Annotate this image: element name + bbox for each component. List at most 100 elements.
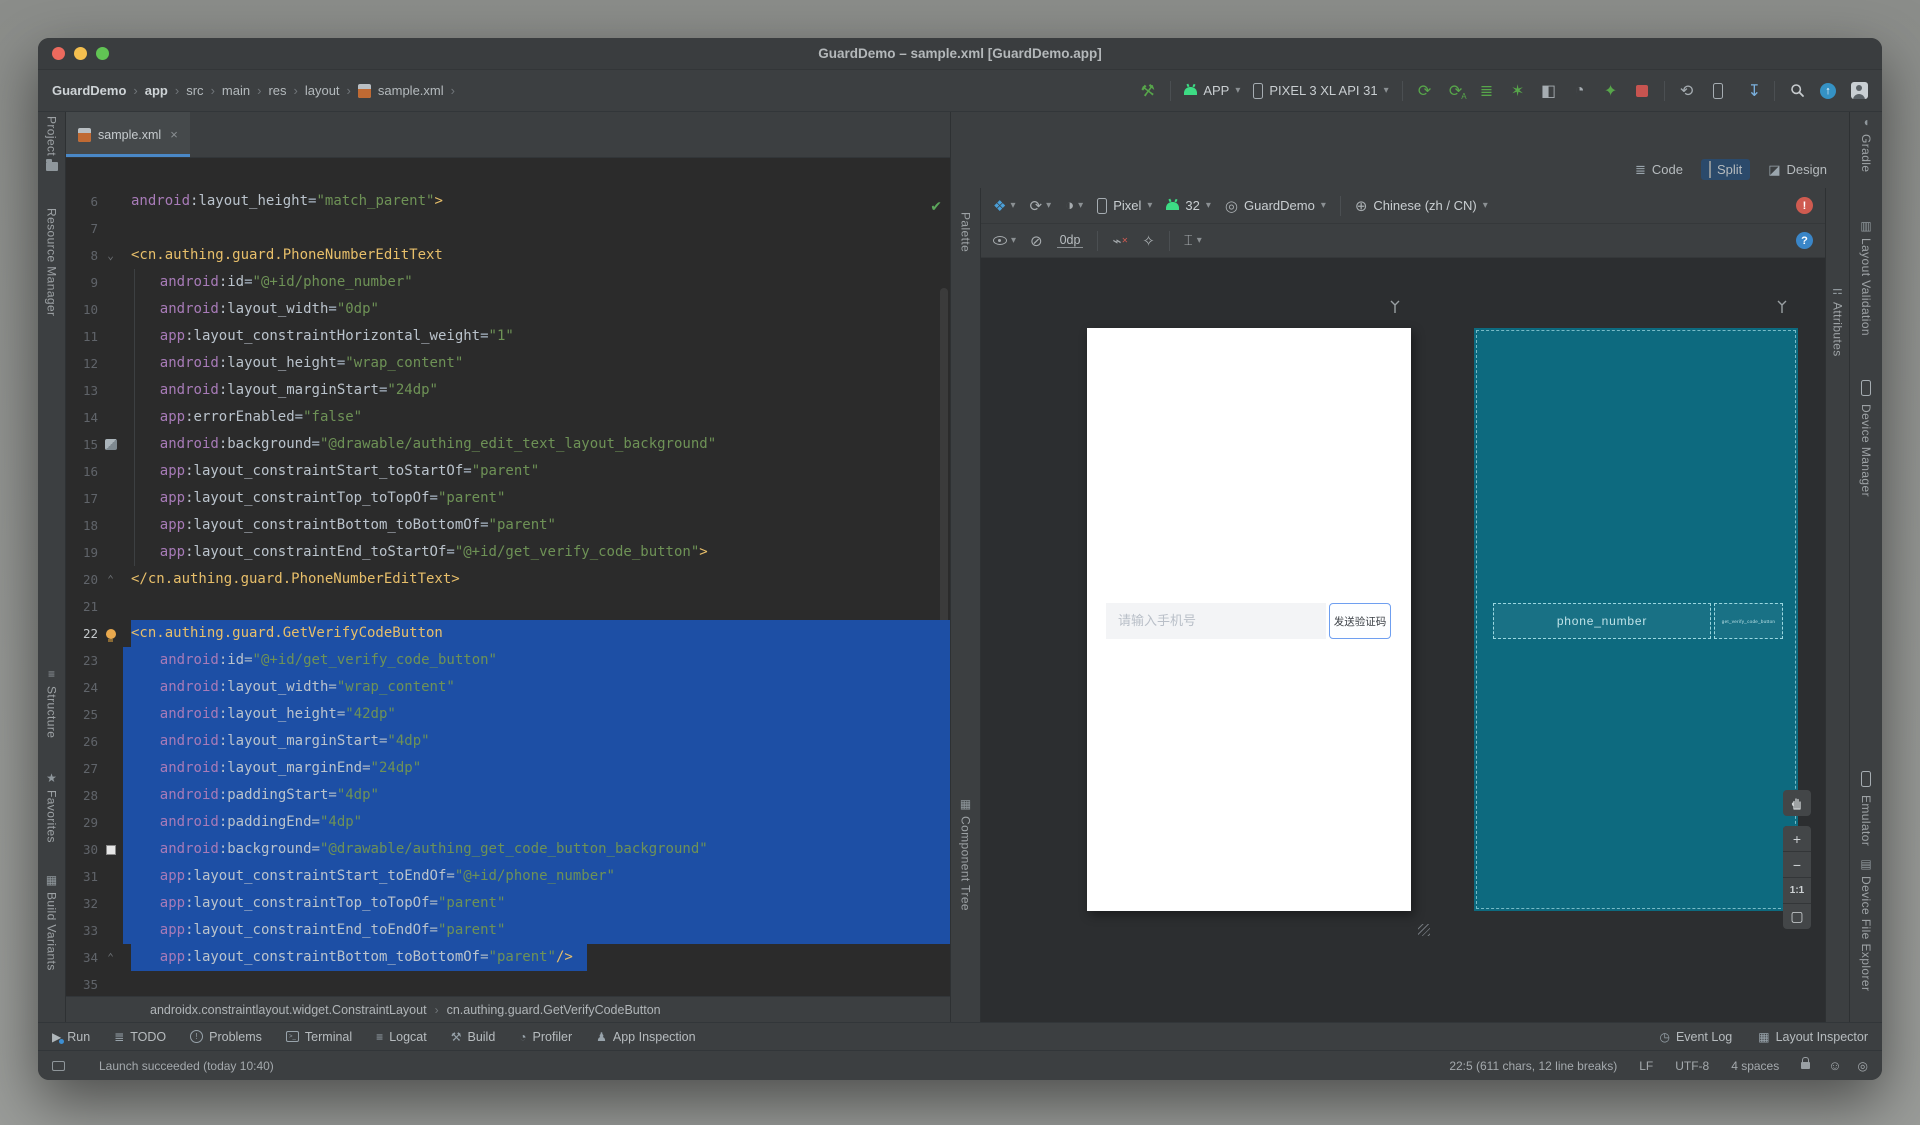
line-separator[interactable]: LF — [1639, 1059, 1653, 1073]
build-hammer-icon[interactable]: ⚒ — [1138, 78, 1159, 102]
code-line[interactable]: 23 android:id = "@+id/get_verify_code_butto… — [66, 647, 950, 674]
code-line[interactable]: 28 android:paddingStart = "4dp" — [66, 782, 950, 809]
default-margin-selector[interactable]: 0dp — [1056, 233, 1084, 248]
sidebar-item-resource-manager[interactable]: Resource Manager — [38, 208, 65, 316]
code-line[interactable]: 14 app:errorEnabled = "false" — [66, 404, 950, 431]
code-line[interactable]: 10 android:layout_width = "0dp" — [66, 296, 950, 323]
code-line[interactable]: 18 app:layout_constraintBottom_toBottomOf… — [66, 512, 950, 539]
user-avatar-icon[interactable] — [1850, 80, 1868, 102]
error-badge[interactable]: ! — [1796, 197, 1813, 214]
sidebar-item-favorites[interactable]: ★ Favorites — [38, 772, 65, 843]
toolbar-button-run[interactable]: ▶ Run — [52, 1030, 90, 1044]
preview-device-selector[interactable]: Pixel ▾ — [1097, 197, 1152, 214]
code-line[interactable]: 15 android:background = "@drawable/authing_… — [66, 431, 950, 458]
blueprint-preview-screen[interactable]: phone_number get_verify_code_button — [1474, 328, 1798, 911]
mode-tab-design[interactable]: ◪ Design — [1760, 159, 1835, 180]
code-line[interactable]: 19 app:layout_constraintEnd_toStartOf = "@+… — [66, 539, 950, 566]
tab-palette[interactable]: Palette — [959, 212, 973, 252]
code-line[interactable]: 27 android:layout_marginEnd = "24dp" — [66, 755, 950, 782]
code-line[interactable]: 30 android:background = "@drawable/authing_… — [66, 836, 950, 863]
attach-debugger-icon[interactable]: ◧ — [1540, 80, 1558, 102]
sync-icon[interactable]: ≣ — [1478, 80, 1496, 102]
code-line[interactable]: 33 app:layout_constraintEnd_toEndOf = "pare… — [66, 917, 950, 944]
design-surface-icon[interactable]: ❖ ▾ — [993, 197, 1015, 215]
help-badge[interactable]: ? — [1796, 232, 1813, 249]
night-mode-icon[interactable]: ◑ ▾ — [1065, 197, 1083, 214]
intention-bulb-icon[interactable] — [98, 620, 123, 647]
toolbar-button-profiler[interactable]: ◔ Profiler — [519, 1030, 572, 1044]
breadcrumb-item[interactable]: main — [222, 83, 250, 98]
breadcrumb-item[interactable]: res — [268, 83, 286, 98]
apply-code-changes-icon[interactable]: ⟳ A — [1447, 80, 1467, 102]
zoom-in-button[interactable]: + — [1783, 826, 1811, 851]
code-line[interactable]: 32 app:layout_constraintTop_toTopOf = "pare… — [66, 890, 950, 917]
code-line[interactable]: 20 ⌃ </cn.authing.guard.PhoneNumberEditTex… — [66, 566, 950, 593]
autoconnect-off-icon[interactable]: ⊘ — [1030, 232, 1043, 250]
locale-selector[interactable]: ⊕ Chinese (zh / CN) ▾ — [1355, 197, 1488, 215]
send-code-button-preview[interactable]: 发送验证码 — [1329, 603, 1391, 639]
code-line[interactable]: 12 android:layout_height = "wrap_content" — [66, 350, 950, 377]
code-line[interactable]: 34 ⌃ app:layout_constraintBottom_toBottomO… — [66, 944, 950, 971]
tab-attributes[interactable]: Attributes — [1831, 302, 1845, 357]
debug-icon[interactable]: ✶ — [1509, 80, 1527, 102]
code-line[interactable]: 11 app:layout_constraintHorizontal_weight… — [66, 323, 950, 350]
code-line[interactable]: 31 app:layout_constraintStart_toEndOf = "@+… — [66, 863, 950, 890]
run-restart-icon[interactable]: ⟳ — [1416, 80, 1434, 102]
breadcrumb-item[interactable]: layout — [305, 83, 340, 98]
breadcrumb-element[interactable]: androidx.constraintlayout.widget.Constra… — [150, 1003, 427, 1017]
code-line[interactable]: 29 android:paddingEnd = "4dp" — [66, 809, 950, 836]
theme-selector[interactable]: ◎ GuardDemo ▾ — [1225, 197, 1326, 215]
indent-setting[interactable]: 4 spaces — [1731, 1059, 1779, 1073]
clear-constraints-icon[interactable]: ⌁ ✕ — [1112, 232, 1128, 250]
run-configuration-selector[interactable]: APP ▾ — [1184, 83, 1240, 98]
breadcrumb-item[interactable]: src — [186, 83, 203, 98]
search-everywhere-icon[interactable] — [1788, 80, 1806, 102]
drawable-preview-icon[interactable] — [98, 431, 123, 458]
sidebar-item-project[interactable]: Project — [38, 116, 65, 172]
feedback-smiley-icon[interactable]: ☺ — [1828, 1058, 1841, 1073]
fold-open-icon[interactable]: ⌄ — [98, 242, 123, 269]
sidebar-item-structure[interactable]: ≡ Structure — [38, 668, 65, 738]
code-line[interactable]: 16 app:layout_constraintStart_toStartOf = "… — [66, 458, 950, 485]
toolbar-button-logcat[interactable]: ≡ Logcat — [376, 1030, 427, 1044]
resize-handle-icon[interactable] — [1418, 924, 1430, 936]
file-encoding[interactable]: UTF-8 — [1675, 1059, 1709, 1073]
code-line[interactable]: 7 — [66, 215, 950, 242]
blueprint-get-code-box[interactable]: get_verify_code_button — [1714, 603, 1783, 639]
breadcrumb-item[interactable]: app — [145, 83, 168, 98]
code-line[interactable]: 26 android:layout_marginStart = "4dp" — [66, 728, 950, 755]
design-preview-screen[interactable]: 请输入手机号 发送验证码 — [1087, 328, 1411, 911]
mode-tab-split[interactable]: Split — [1700, 159, 1751, 180]
code-line[interactable]: 35 — [66, 971, 950, 996]
view-options-icon[interactable]: ▾ — [993, 235, 1016, 246]
code-line[interactable]: 17 app:layout_constraintTop_toTopOf = "pare… — [66, 485, 950, 512]
toolbar-button-build[interactable]: ⚒ Build — [451, 1030, 496, 1044]
pan-hand-button[interactable] — [1783, 790, 1811, 816]
notifications-icon[interactable]: ◎ — [1858, 1059, 1868, 1073]
phone-number-input-preview[interactable]: 请输入手机号 — [1106, 603, 1326, 639]
code-editor[interactable]: ✔ 6 android:layout_height = "match_parent" >… — [66, 158, 950, 996]
toolbar-button-problems[interactable]: ! Problems — [190, 1030, 262, 1044]
profile-startup-icon[interactable]: ✦ — [1602, 80, 1620, 102]
fold-close-icon[interactable]: ⌃ — [98, 566, 123, 593]
pack-align-icon[interactable]: ⌶ ▾ — [1184, 232, 1202, 249]
code-line[interactable]: 6 android:layout_height = "match_parent" > — [66, 188, 950, 215]
close-tab-icon[interactable]: × — [170, 127, 178, 142]
sidebar-item-gradle[interactable]: ◖ Gradle — [1850, 116, 1882, 172]
code-line[interactable]: 13 android:layout_marginStart = "24dp" — [66, 377, 950, 404]
design-surface[interactable]: 请输入手机号 发送验证码 phone_number get_verify_cod… — [981, 258, 1825, 1022]
sidebar-item-layout-validation[interactable]: ▥ Layout Validation — [1850, 220, 1882, 336]
color-swatch-icon[interactable] — [98, 836, 123, 863]
mode-tab-code[interactable]: ≣ Code — [1627, 159, 1691, 180]
sidebar-item-emulator[interactable]: Emulator — [1850, 771, 1882, 846]
tab-component-tree[interactable]: Component Tree — [959, 816, 973, 911]
tab-sample-xml[interactable]: sample.xml × — [66, 112, 190, 157]
toolbar-button-event-log[interactable]: ◷ Event Log — [1659, 1030, 1732, 1044]
toolbar-button-terminal[interactable]: >_ Terminal — [285, 1030, 352, 1044]
blueprint-phone-number-box[interactable]: phone_number — [1493, 603, 1711, 639]
toolbar-button-app-inspection[interactable]: ♟ App Inspection — [596, 1030, 695, 1044]
code-line[interactable]: 21 — [66, 593, 950, 620]
toolbar-button-layout-inspector[interactable]: ▦ Layout Inspector — [1758, 1030, 1868, 1044]
breadcrumb-item[interactable]: sample.xml — [378, 83, 444, 98]
code-line[interactable]: 9 android:id = "@+id/phone_number" — [66, 269, 950, 296]
